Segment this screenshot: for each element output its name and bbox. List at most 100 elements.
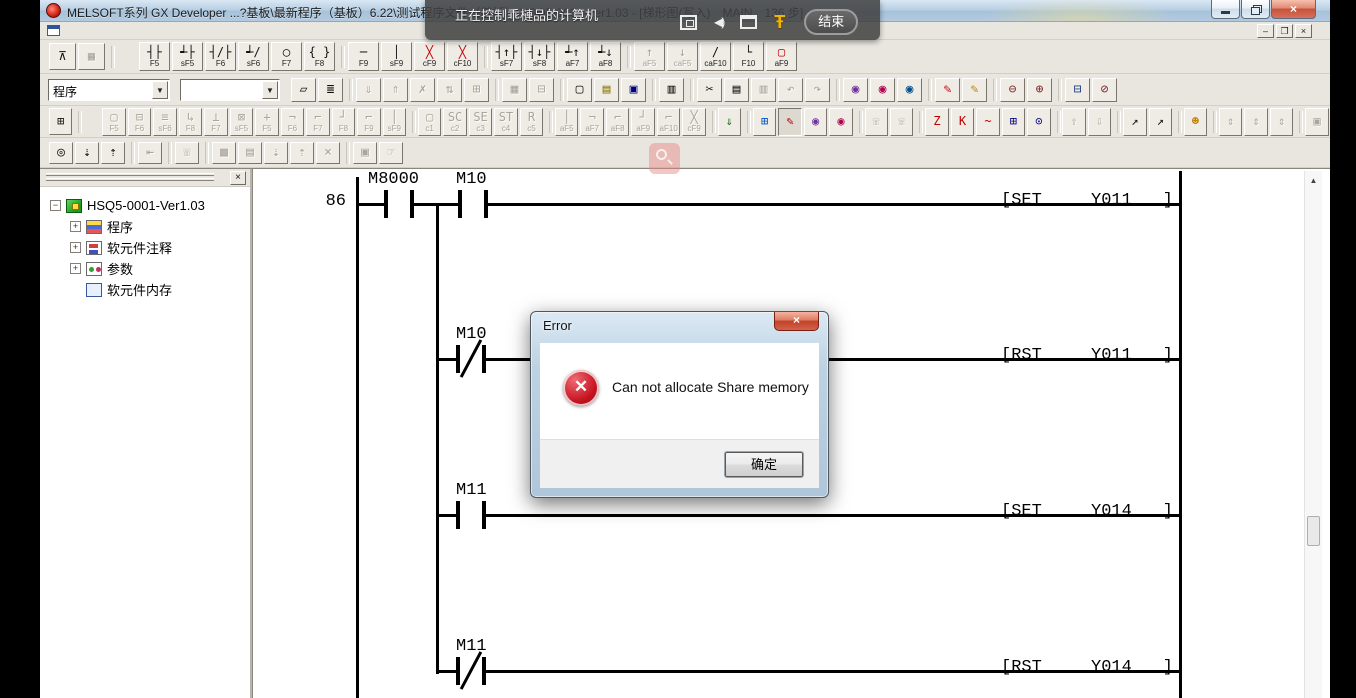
collapse-icon[interactable]: − bbox=[50, 200, 61, 211]
project-data-list-button[interactable]: ≣ bbox=[318, 78, 343, 102]
toolbar-button[interactable] bbox=[127, 140, 136, 166]
menu-item[interactable] bbox=[102, 29, 120, 33]
sfc-dummy-step-button[interactable]: ⊟F6 bbox=[128, 108, 151, 136]
convert-operation-button[interactable]: ↓caF5 bbox=[667, 42, 698, 71]
sfc-step-button[interactable]: ▢F5 bbox=[102, 108, 125, 136]
program-display-button[interactable]: ▦ bbox=[78, 43, 105, 70]
toolbar-button[interactable] bbox=[480, 44, 489, 70]
find-next-button[interactable]: ⇣ bbox=[75, 142, 99, 164]
sfc-line-af8-button[interactable]: ⌐aF8 bbox=[606, 108, 629, 136]
toolbar-button[interactable] bbox=[107, 44, 137, 70]
paste-button[interactable]: ▥ bbox=[751, 78, 776, 102]
cascade-windows-button[interactable]: ▤ bbox=[238, 142, 262, 164]
contact[interactable] bbox=[456, 656, 486, 686]
error-check-button[interactable]: ✗ bbox=[410, 78, 435, 102]
project-tree-header[interactable]: × bbox=[40, 169, 250, 187]
sfc-block-button[interactable]: ⊠sF5 bbox=[230, 108, 253, 136]
contact-coil-find-button[interactable]: ◉ bbox=[829, 108, 852, 136]
screen-color-button[interactable]: ▩ bbox=[212, 142, 236, 164]
invert-operation-button[interactable]: ↑aF5 bbox=[634, 42, 665, 71]
phone-connect-button[interactable]: ☏ bbox=[865, 108, 888, 136]
sfc-rule-st-button[interactable]: STc4 bbox=[494, 108, 517, 136]
tree-item-device-comment[interactable]: + 软元件注释 bbox=[50, 237, 250, 258]
callout-button[interactable]: ☏ bbox=[175, 142, 199, 164]
delete-vertical-line-button[interactable]: ╳cF10 bbox=[447, 42, 478, 71]
fullscreen-icon[interactable] bbox=[680, 15, 697, 30]
closed-contact-button[interactable]: ┤/├F6 bbox=[205, 42, 236, 71]
window-select-icon[interactable] bbox=[740, 15, 757, 29]
toolbar-button[interactable] bbox=[491, 77, 500, 103]
vertical-line-button[interactable]: │sF9 bbox=[381, 42, 412, 71]
ladder-list-toggle-button[interactable]: ⊞ bbox=[49, 108, 72, 135]
application-instruction-button[interactable]: { }F8 bbox=[304, 42, 335, 71]
mdi-close-button[interactable]: × bbox=[1295, 24, 1312, 38]
convert-button[interactable]: ⊼ bbox=[49, 43, 76, 70]
output-instruction[interactable]: [SET bbox=[1001, 191, 1042, 210]
toolbar-button[interactable] bbox=[345, 77, 354, 103]
cut-button[interactable]: ✂ bbox=[697, 78, 722, 102]
read-from-plc-button[interactable]: ⇑ bbox=[383, 78, 408, 102]
sfc-line-af7-button[interactable]: ¬aF7 bbox=[580, 108, 603, 136]
tile-vertically-button[interactable]: ⇡ bbox=[290, 142, 314, 164]
menu-item[interactable] bbox=[228, 29, 246, 33]
tree-item-program[interactable]: + 程序 bbox=[50, 216, 250, 237]
speaker-icon[interactable]: ◀) bbox=[714, 15, 723, 29]
scroll-up-icon[interactable]: ▲ bbox=[1306, 173, 1321, 188]
open-contact-m8000[interactable] bbox=[384, 189, 414, 219]
parallel-rising-pulse-button[interactable]: ┵↑aF7 bbox=[557, 42, 588, 71]
find-prev-button[interactable]: ⇡ bbox=[101, 142, 125, 164]
sort-button[interactable]: ⇅ bbox=[437, 78, 462, 102]
expand-icon[interactable]: + bbox=[70, 263, 81, 274]
falling-pulse-button[interactable]: ┤↓├sF8 bbox=[524, 42, 555, 71]
delete-rect-button[interactable]: ▢aF9 bbox=[766, 42, 797, 71]
dialog-close-button[interactable]: × bbox=[774, 312, 819, 331]
sfc-block-start-button[interactable]: ≡sF6 bbox=[153, 108, 176, 136]
expand-icon[interactable]: + bbox=[70, 221, 81, 232]
rising-pulse-button[interactable]: ┤↑├sF7 bbox=[491, 42, 522, 71]
toolbar-button[interactable] bbox=[1113, 109, 1121, 135]
pan-button[interactable]: ☞ bbox=[379, 142, 403, 164]
toolbar-button[interactable] bbox=[686, 77, 695, 103]
mdi-minimize-button[interactable]: – bbox=[1257, 24, 1274, 38]
output-operand[interactable]: Y014 bbox=[1091, 658, 1132, 677]
sfc-sel-divergence-button[interactable]: ¬F6 bbox=[281, 108, 304, 136]
toolbar-button[interactable] bbox=[1295, 109, 1303, 135]
zoom-in-button[interactable]: ⊕ bbox=[1027, 78, 1052, 102]
write-to-plc-button[interactable]: ⇓ bbox=[356, 78, 381, 102]
sfc-end-step-button[interactable]: ⊥F7 bbox=[204, 108, 227, 136]
find-step-button[interactable]: ◉ bbox=[897, 78, 922, 102]
save-project-button[interactable]: ▣ bbox=[621, 78, 646, 102]
sfc-line-af10-button[interactable]: ⌐aF10 bbox=[657, 108, 680, 136]
redo-button[interactable]: ↷ bbox=[805, 78, 830, 102]
open-contact-m10[interactable] bbox=[458, 189, 488, 219]
toolbar-button[interactable] bbox=[855, 109, 863, 135]
tree-item-parameter[interactable]: + 参数 bbox=[50, 258, 250, 279]
device-find-button[interactable]: ◉ bbox=[804, 108, 827, 136]
toolbar-button[interactable] bbox=[832, 77, 841, 103]
contact[interactable] bbox=[456, 500, 486, 530]
panel-close-button[interactable]: × bbox=[230, 171, 246, 185]
new-project-button[interactable]: ▢ bbox=[567, 78, 592, 102]
sfc-line-af5-button[interactable]: │aF5 bbox=[555, 108, 578, 136]
end-session-button[interactable]: 结束 bbox=[804, 9, 858, 35]
pin-icon[interactable]: Ŧ bbox=[774, 13, 785, 31]
find-device-button[interactable]: ◉ bbox=[843, 78, 868, 102]
statement-button[interactable]: ⇕ bbox=[1270, 108, 1293, 136]
sfc-sel-convergence-button[interactable]: ┘F8 bbox=[332, 108, 355, 136]
sfc-vertical-line-button[interactable]: │sF9 bbox=[383, 108, 406, 136]
resume-monitor-button[interactable]: ⇩ bbox=[1088, 108, 1111, 136]
tree-item-device-memory[interactable]: 软元件内存 bbox=[50, 279, 250, 300]
horizontal-line-button[interactable]: ─F9 bbox=[348, 42, 379, 71]
output-instruction[interactable]: [RST bbox=[1001, 658, 1042, 677]
program-monitor-button[interactable]: ⇓ bbox=[718, 108, 741, 136]
toolbar-button[interactable] bbox=[164, 140, 173, 166]
ok-button[interactable]: 确定 bbox=[725, 452, 803, 477]
output-operand[interactable]: Y011 bbox=[1091, 191, 1132, 210]
device-batch-monitor-button[interactable]: K bbox=[951, 108, 974, 136]
sfc-transition-button[interactable]: +F5 bbox=[255, 108, 278, 136]
sfc-sim-convergence-button[interactable]: ⌐F9 bbox=[357, 108, 380, 136]
chevron-down-icon[interactable]: ▼ bbox=[152, 81, 168, 99]
comment-zoom-button[interactable]: ⊘ bbox=[1092, 78, 1117, 102]
device-test-button[interactable]: Z bbox=[925, 108, 948, 136]
delete-line-button[interactable]: /caF10 bbox=[700, 42, 731, 71]
